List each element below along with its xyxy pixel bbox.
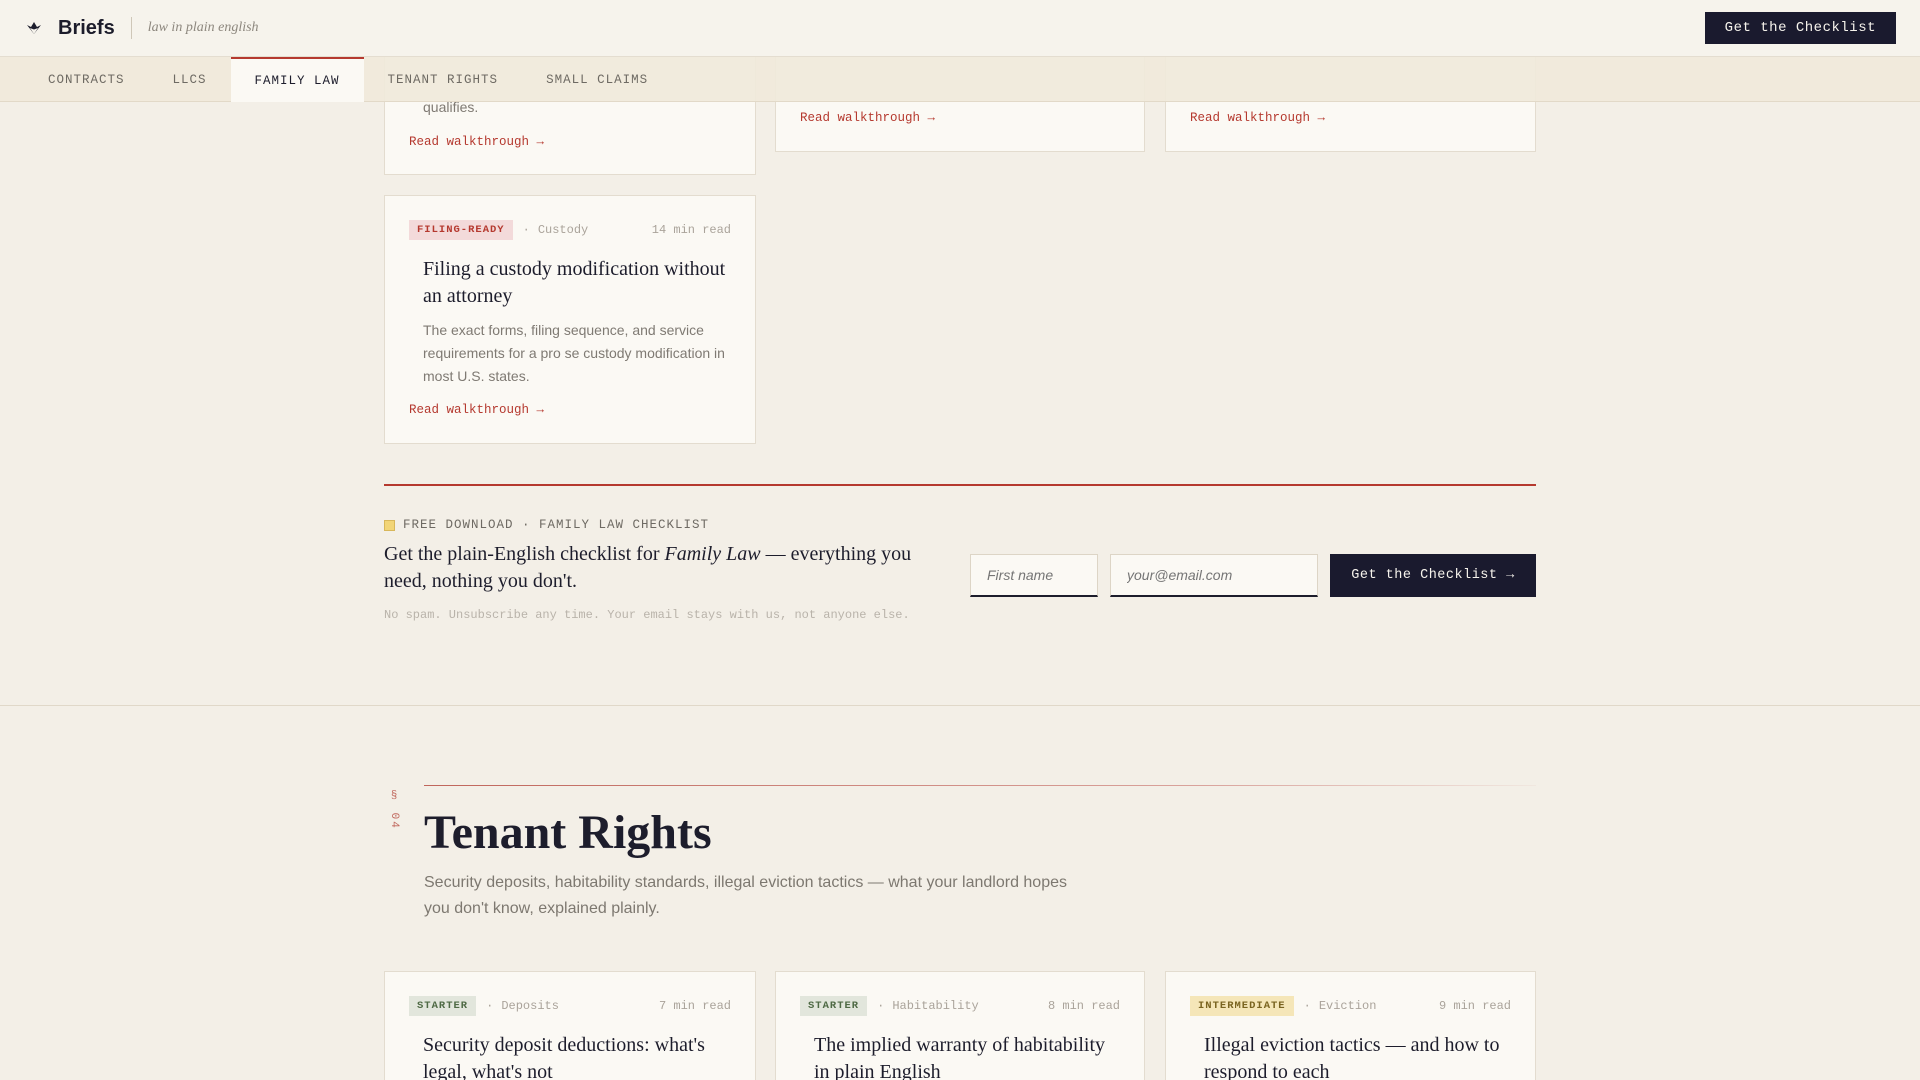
tab-small-claims[interactable]: SMALL CLAIMS: [522, 57, 672, 102]
tab-tenant-rights[interactable]: TENANT RIGHTS: [364, 57, 523, 102]
read-walkthrough-link[interactable]: Read walkthrough →: [800, 111, 935, 125]
tagline: law in plain english: [147, 20, 259, 35]
section-heading-rule: [424, 785, 1536, 786]
email-field[interactable]: [1110, 554, 1318, 597]
read-walkthrough-link[interactable]: Read walkthrough →: [409, 135, 544, 149]
meta-dot: ·: [486, 999, 494, 1013]
first-name-field[interactable]: [970, 554, 1098, 597]
newsletter-headline: Get the plain-English checklist for Fami…: [384, 541, 944, 595]
kicker-text: FREE DOWNLOAD · FAMILY LAW CHECKLIST: [403, 518, 710, 532]
tab-contracts[interactable]: CONTRACTS: [24, 57, 149, 102]
logo-icon[interactable]: [24, 18, 44, 38]
section-divider: [384, 484, 1536, 486]
card-description: The exact forms, filing sequence, and se…: [423, 322, 725, 384]
article-card[interactable]: INTERMEDIATE · Eviction 9 min read Illeg…: [1165, 971, 1536, 1080]
headline-text: Get the plain-English checklist for: [384, 543, 665, 565]
read-walkthrough-link[interactable]: Read walkthrough →: [409, 403, 544, 417]
read-walkthrough-link[interactable]: Read walkthrough →: [1190, 111, 1325, 125]
read-time: 8 min read: [1047, 999, 1120, 1013]
card-meta: STARTER · Habitability 8 min read: [800, 996, 1120, 1016]
card-title[interactable]: The implied warranty of habitability in …: [814, 1032, 1120, 1080]
card-title[interactable]: Security deposit deductions: what's lega…: [423, 1032, 731, 1080]
card-meta: STARTER · Deposits 7 min read: [409, 996, 731, 1016]
brand-name[interactable]: Briefs: [58, 17, 115, 40]
card-category: Deposits: [501, 999, 559, 1013]
level-badge: FILING-READY: [409, 220, 513, 240]
section-title: Tenant Rights: [424, 806, 712, 859]
topic-tabs: CONTRACTS LLCS FAMILY LAW TENANT RIGHTS …: [0, 57, 1920, 102]
article-card[interactable]: STARTER · Habitability 8 min read The im…: [775, 971, 1145, 1080]
level-badge: STARTER: [800, 996, 868, 1016]
section-description: Security deposits, habitability standard…: [424, 874, 1067, 917]
headline-topic: Family Law: [664, 543, 761, 565]
card-title[interactable]: Illegal eviction tactics — and how to re…: [1204, 1032, 1511, 1080]
brand-divider: [130, 17, 132, 39]
download-icon: [384, 519, 395, 531]
site-header: Briefs law in plain english Get the Chec…: [0, 0, 1920, 57]
section-number: § 04: [388, 790, 400, 830]
level-badge: STARTER: [409, 996, 477, 1016]
meta-dot: ·: [522, 223, 530, 237]
read-time: 9 min read: [1438, 999, 1511, 1013]
tab-llcs[interactable]: LLCS: [149, 57, 231, 102]
article-card[interactable]: STARTER · Deposits 7 min read Security d…: [384, 971, 756, 1080]
meta-dot: ·: [1303, 999, 1311, 1013]
card-category: Eviction: [1318, 999, 1377, 1013]
card-meta: FILING-READY · Custody 14 min read: [409, 220, 731, 240]
meta-dot: ·: [877, 999, 885, 1013]
card-category: Custody: [537, 223, 589, 237]
section-separator: [0, 705, 1920, 706]
newsletter-fine-print: No spam. Unsubscribe any time. Your emai…: [384, 608, 910, 622]
read-time: 7 min read: [658, 999, 731, 1013]
read-time: 14 min read: [651, 223, 731, 237]
card-title[interactable]: Filing a custody modification without an…: [423, 256, 731, 310]
get-checklist-header-button[interactable]: Get the Checklist: [1704, 12, 1896, 44]
tab-family-law[interactable]: FAMILY LAW: [230, 57, 364, 102]
card-meta: INTERMEDIATE · Eviction 9 min read: [1190, 996, 1511, 1016]
get-checklist-button[interactable]: Get the Checklist →: [1330, 554, 1536, 597]
card-category: Habitability: [892, 999, 979, 1013]
article-card-custody[interactable]: FILING-READY · Custody 14 min read Filin…: [384, 195, 756, 444]
download-kicker: FREE DOWNLOAD · FAMILY LAW CHECKLIST: [384, 518, 709, 532]
level-badge: INTERMEDIATE: [1190, 996, 1294, 1016]
